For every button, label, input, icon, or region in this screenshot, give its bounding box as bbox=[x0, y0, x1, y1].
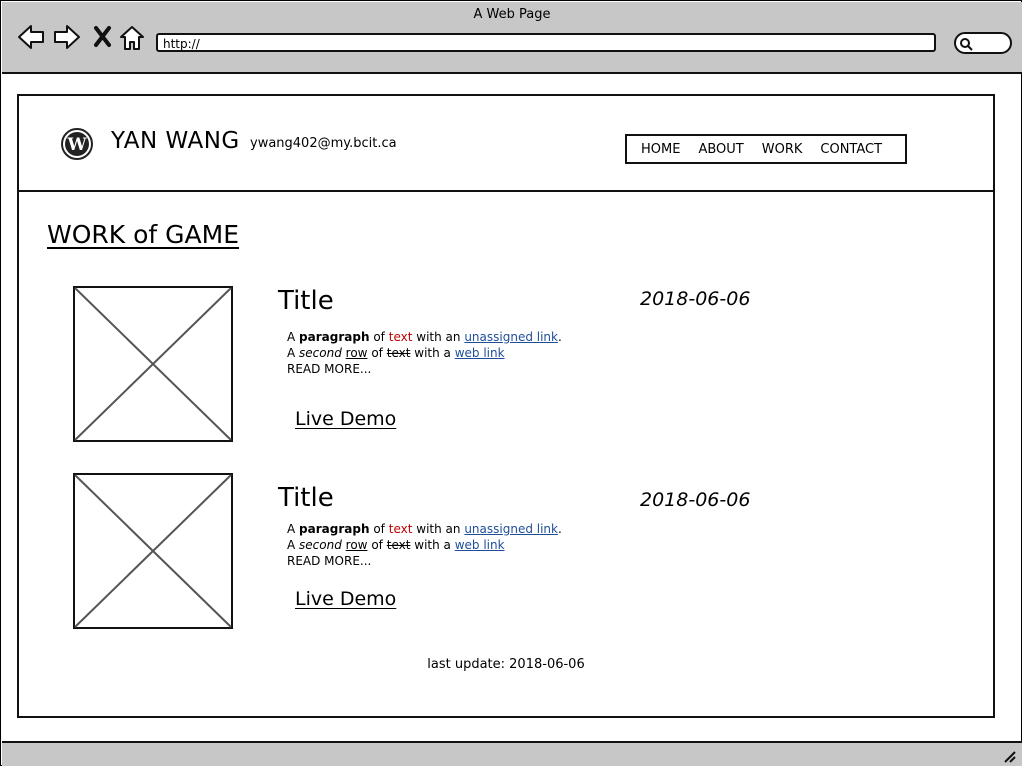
description-line-1: A paragraph of text with an unassigned l… bbox=[287, 521, 562, 537]
card-date: 2018-06-06 bbox=[640, 288, 751, 310]
bold-text: paragraph bbox=[299, 522, 370, 536]
web-link[interactable]: web link bbox=[455, 346, 505, 360]
italic-text: second bbox=[299, 346, 342, 360]
search-field[interactable] bbox=[954, 32, 1012, 54]
site-name: YAN WANG bbox=[111, 128, 240, 154]
description-line-2: A second row of text with a web link bbox=[287, 537, 562, 553]
svg-text:W: W bbox=[66, 135, 87, 155]
unassigned-link[interactable]: unassigned link bbox=[464, 522, 558, 536]
card-title: Title bbox=[278, 286, 334, 316]
last-update-text: last update: 2018-06-06 bbox=[427, 657, 585, 672]
resize-grip-icon[interactable] bbox=[1002, 749, 1016, 763]
work-card: Title 2018-06-06 A paragraph of text wit… bbox=[73, 473, 773, 633]
site-header: W YAN WANG ywang402@my.bcit.ca HOME ABOU… bbox=[19, 96, 993, 192]
bold-text: paragraph bbox=[299, 330, 370, 344]
unassigned-link[interactable]: unassigned link bbox=[464, 330, 558, 344]
read-more-link[interactable]: READ MORE... bbox=[287, 361, 562, 377]
window-title: A Web Page bbox=[473, 7, 551, 22]
strikethrough-text: text bbox=[386, 538, 411, 552]
menu-item-contact[interactable]: CONTACT bbox=[820, 142, 882, 157]
wordpress-logo-icon: W bbox=[61, 128, 93, 160]
text-fragment: A bbox=[287, 522, 296, 536]
text-fragment: . bbox=[557, 330, 562, 344]
forward-arrow-icon[interactable] bbox=[52, 24, 82, 50]
home-icon[interactable] bbox=[118, 24, 146, 52]
card-title: Title bbox=[278, 483, 334, 513]
web-link[interactable]: web link bbox=[455, 538, 505, 552]
description-line-1: A paragraph of text with an unassigned l… bbox=[287, 329, 562, 345]
live-demo-link[interactable]: Live Demo bbox=[295, 408, 396, 430]
text-fragment: of bbox=[371, 538, 383, 552]
text-fragment: . bbox=[557, 522, 562, 536]
strikethrough-text: text bbox=[386, 346, 411, 360]
browser-window: A Web Page http:// W YAN WANG ywang402@m… bbox=[0, 0, 1022, 766]
menu-item-work[interactable]: WORK bbox=[762, 142, 803, 157]
close-icon[interactable] bbox=[93, 24, 113, 50]
card-description: A paragraph of text with an unassigned l… bbox=[287, 329, 562, 377]
text-fragment: with an bbox=[416, 522, 461, 536]
card-description: A paragraph of text with an unassigned l… bbox=[287, 521, 562, 569]
main-menu: HOME ABOUT WORK CONTACT bbox=[625, 134, 907, 164]
text-fragment: of bbox=[373, 330, 385, 344]
underlined-text: row bbox=[345, 346, 368, 360]
site-email: ywang402@my.bcit.ca bbox=[250, 136, 397, 151]
back-arrow-icon[interactable] bbox=[16, 24, 46, 50]
web-page: W YAN WANG ywang402@my.bcit.ca HOME ABOU… bbox=[17, 94, 995, 718]
menu-item-about[interactable]: ABOUT bbox=[698, 142, 743, 157]
text-fragment: of bbox=[373, 522, 385, 536]
text-fragment: with a bbox=[414, 346, 451, 360]
image-placeholder bbox=[73, 473, 233, 629]
text-fragment: with an bbox=[416, 330, 461, 344]
red-text: text bbox=[388, 330, 413, 344]
text-fragment: A bbox=[287, 346, 296, 360]
read-more-link[interactable]: READ MORE... bbox=[287, 553, 562, 569]
red-text: text bbox=[388, 522, 413, 536]
menu-item-home[interactable]: HOME bbox=[641, 142, 680, 157]
underlined-text: row bbox=[345, 538, 368, 552]
text-fragment: with a bbox=[414, 538, 451, 552]
description-line-2: A second row of text with a web link bbox=[287, 345, 562, 361]
italic-text: second bbox=[299, 538, 342, 552]
search-icon bbox=[960, 38, 973, 51]
text-fragment: A bbox=[287, 538, 296, 552]
card-date: 2018-06-06 bbox=[640, 489, 751, 511]
address-bar[interactable]: http:// bbox=[156, 33, 936, 52]
work-card: Title 2018-06-06 A paragraph of text wit… bbox=[73, 286, 773, 446]
page-title: WORK of GAME bbox=[47, 220, 239, 249]
image-placeholder bbox=[73, 286, 233, 442]
browser-toolbar: A Web Page http:// bbox=[2, 2, 1022, 74]
status-bar bbox=[2, 741, 1022, 766]
text-fragment: of bbox=[371, 346, 383, 360]
live-demo-link[interactable]: Live Demo bbox=[295, 588, 396, 610]
text-fragment: A bbox=[287, 330, 296, 344]
